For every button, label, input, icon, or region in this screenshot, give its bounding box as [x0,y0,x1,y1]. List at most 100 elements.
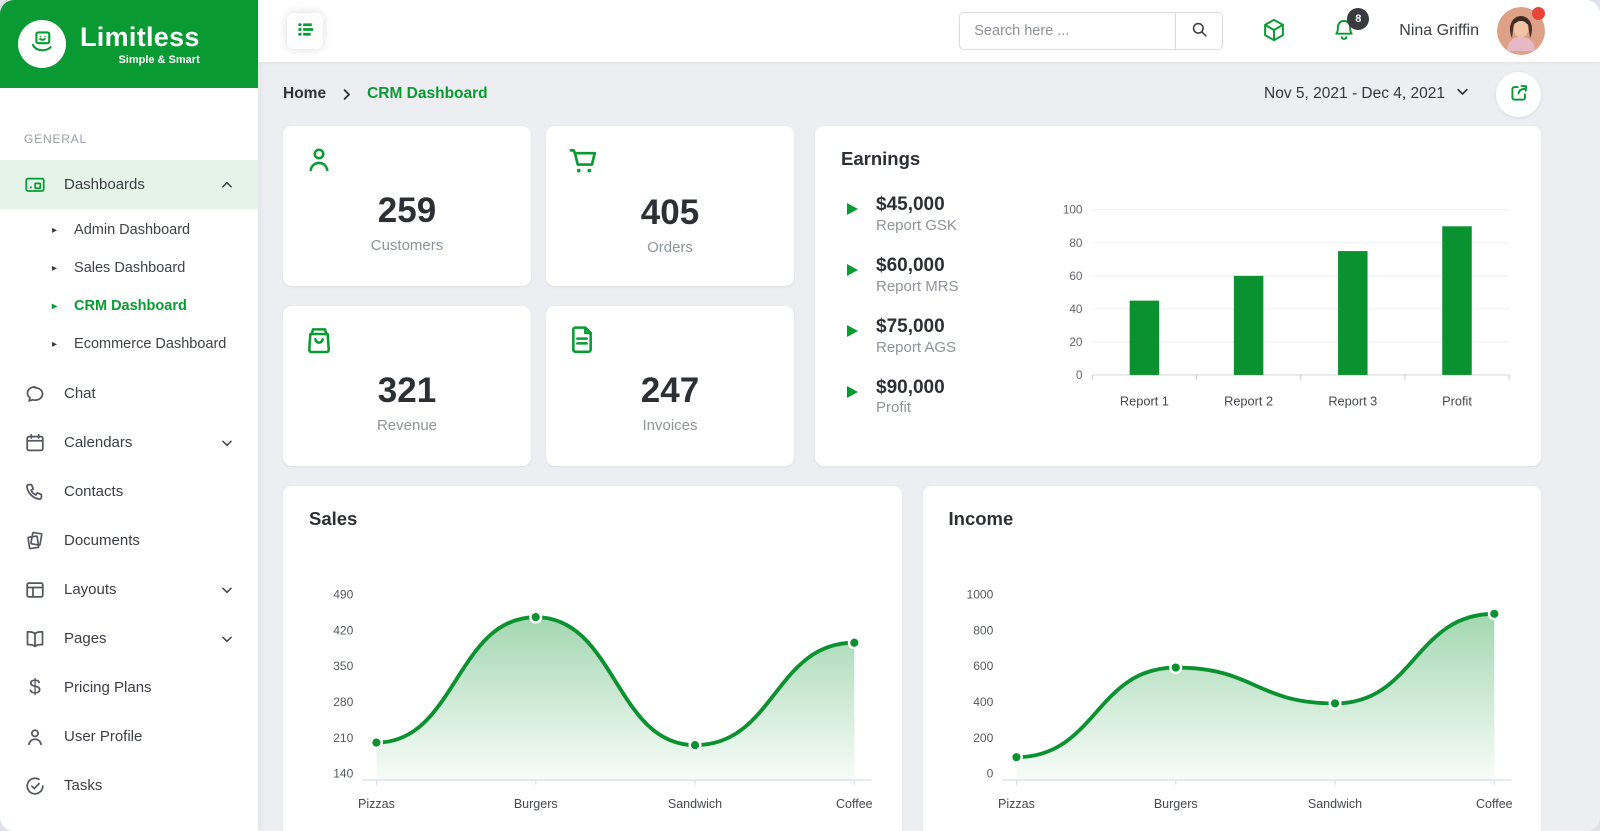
sidebar-nav: Dashboards ▸ Admin Dashboard ▸ Sales Das… [0,160,258,810]
sidebar-item-label: Calendars [64,434,133,451]
svg-text:Report 3: Report 3 [1328,393,1377,408]
svg-text:Coffee: Coffee [1475,797,1512,811]
sidebar-item-label: User Profile [64,728,143,745]
subitem-label: Admin Dashboard [74,222,191,238]
brand-logo [18,20,66,68]
earnings-body: $45,000 Report GSK $60,000 Report MRS $7… [841,194,1515,436]
legend-amount: $75,000 [876,315,945,337]
stat-label: Customers [370,237,444,254]
income-card: Income 0 200 400 600 800 1000 Pizzas Burgers San… [922,486,1541,831]
export-share-button[interactable] [1496,71,1541,117]
brand-header: Limitless Simple & Smart [0,0,258,88]
chevron-down-icon [220,436,234,450]
sidebar: Limitless Simple & Smart GENERAL Dashboa… [0,0,258,831]
apps-cube-button[interactable] [1261,17,1287,46]
user-name: Nina Griffin [1399,22,1479,39]
cube-icon [1261,17,1287,46]
phone-icon [24,481,46,503]
stat-card-revenue: 321 Revenue [283,306,531,466]
stat-label: Invoices [642,417,698,434]
play-triangle-icon [845,385,859,404]
legend-amount: $90,000 [876,376,945,398]
sidebar-item-pricing-plans[interactable]: $ Pricing Plans [0,663,258,712]
svg-text:Burgers: Burgers [514,797,558,811]
svg-text:60: 60 [1069,270,1083,283]
sidebar-subitem-ecommerce-dashboard[interactable]: ▸ Ecommerce Dashboard [0,325,258,363]
hand-box-logo-icon [28,28,56,61]
svg-text:Burgers: Burgers [1153,797,1197,811]
earnings-title: Earnings [841,148,921,169]
legend-label: Report MRS [876,277,959,295]
sidebar-subitem-admin-dashboard[interactable]: ▸ Admin Dashboard [0,211,258,249]
earnings-legend: $45,000 Report GSK $60,000 Report MRS $7… [841,194,1053,436]
chevron-down-icon [1455,84,1470,104]
person-icon [303,144,511,181]
sidebar-item-tasks[interactable]: Tasks [0,761,258,810]
stat-value: 321 [377,371,437,410]
svg-text:Report 1: Report 1 [1120,393,1169,408]
user-menu[interactable] [1497,7,1545,55]
svg-text:Coffee: Coffee [836,797,873,811]
stat-value: 405 [640,193,700,232]
stat-card-orders: 405 Orders [546,126,794,286]
sidebar-item-label: Tasks [64,777,103,794]
svg-text:40: 40 [1069,303,1083,316]
stat-card-customers: 259 Customers [283,126,531,286]
layout-icon [24,579,46,601]
sidebar-item-chat[interactable]: Chat [0,369,258,418]
svg-text:80: 80 [1069,237,1083,250]
svg-text:200: 200 [973,731,993,745]
search-icon [1190,20,1209,42]
triangle-bullet-icon: ▸ [52,224,58,236]
sidebar-toggle-button[interactable] [287,13,323,49]
svg-text:800: 800 [973,623,993,637]
sidebar-item-label: Documents [64,532,140,549]
date-range-picker[interactable]: Nov 5, 2021 - Dec 4, 2021 [1264,84,1470,104]
svg-text:400: 400 [973,695,993,709]
sidebar-item-documents[interactable]: Documents [0,516,258,565]
svg-text:100: 100 [1063,204,1083,217]
sidebar-item-pages[interactable]: Pages [0,614,258,663]
sidebar-item-label: Pricing Plans [64,679,152,696]
svg-text:280: 280 [333,695,353,709]
breadcrumb-current: CRM Dashboard [367,85,488,102]
sidebar-item-dashboards[interactable]: Dashboards [0,160,258,209]
sidebar-item-label: Chat [64,385,96,402]
chevron-right-icon [339,87,354,102]
search-button[interactable] [1175,13,1223,49]
sidebar-subitem-sales-dashboard[interactable]: ▸ Sales Dashboard [0,249,258,287]
book-icon [24,628,46,650]
dollar-icon: $ [29,675,41,699]
top-widgets-row: 259 Customers 405 Orders 321 Revenue 247… [283,126,1541,466]
notifications-button[interactable]: 8 [1331,7,1370,46]
legend-label: Profit [876,399,912,417]
chat-icon [24,383,46,405]
play-triangle-icon [845,324,859,343]
sidebar-item-contacts[interactable]: Contacts [0,467,258,516]
page-content: Home CRM Dashboard Nov 5, 2021 - Dec 4, … [258,62,1600,831]
earnings-bar-chart: 0 20 40 60 80 100 Report 1 Report 2 Report 3 Prof… [1053,198,1515,436]
svg-text:Pizzas: Pizzas [358,797,395,811]
dashboards-icon [24,174,46,196]
breadcrumb-home-link[interactable]: Home [283,85,326,103]
sales-area-chart: 140 210 280 350 420 490 Pizzas Burgers Sandwich C… [309,544,876,819]
sidebar-subitem-crm-dashboard[interactable]: ▸ CRM Dashboard [0,287,258,325]
sidebar-item-user-profile[interactable]: User Profile [0,712,258,761]
breadcrumb-actions: Nov 5, 2021 - Dec 4, 2021 [1264,71,1541,117]
bottom-charts-row: Sales 140 210 280 350 420 490 Pizzas Burgers San… [283,486,1541,831]
triangle-bullet-icon: ▸ [52,338,58,350]
sidebar-item-label: Dashboards [64,176,145,193]
brand-name: Limitless [80,22,200,52]
calendar-icon [24,432,46,454]
income-title: Income [948,508,1014,529]
chevron-up-icon [220,178,234,192]
user-icon [24,726,46,748]
sidebar-item-layouts[interactable]: Layouts [0,565,258,614]
svg-text:Sandwich: Sandwich [1307,797,1361,811]
sidebar-item-calendars[interactable]: Calendars [0,418,258,467]
list-menu-icon [296,20,315,42]
main-area: 8 Nina Griffin [258,0,1600,831]
search-input[interactable] [960,23,1176,39]
topbar: 8 Nina Griffin [258,0,1600,62]
legend-label: Report GSK [876,216,957,234]
